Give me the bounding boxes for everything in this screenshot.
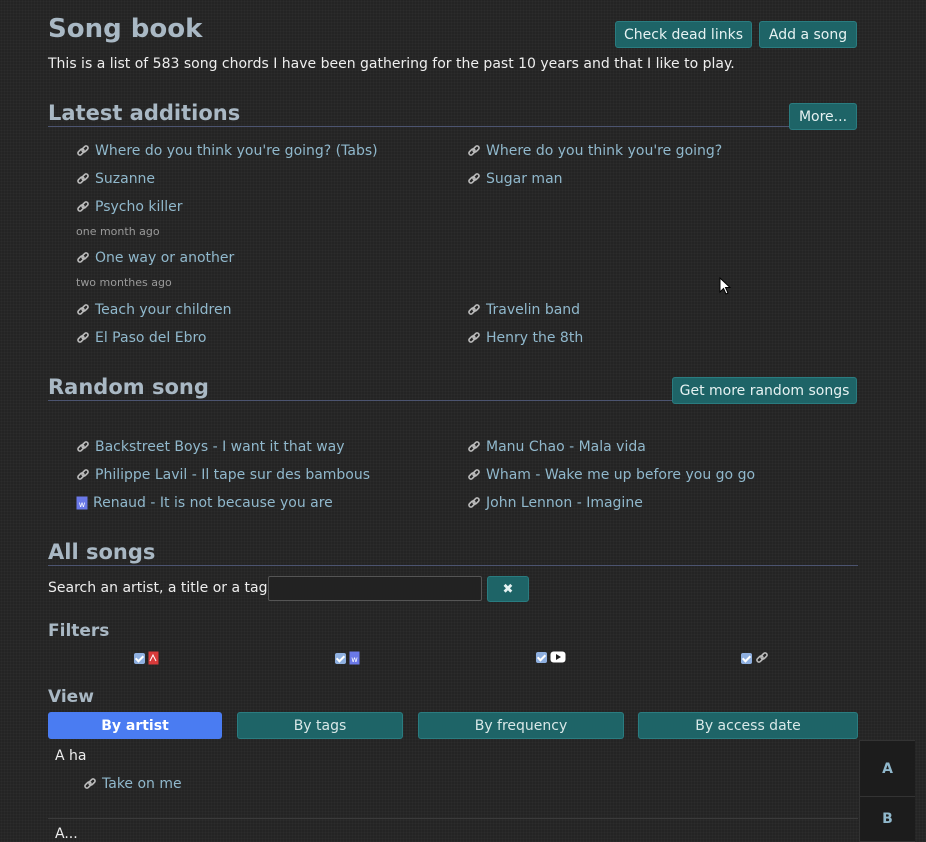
view-title: View	[48, 687, 94, 707]
list-item[interactable]: Psycho killer	[76, 199, 183, 215]
song-link[interactable]: Renaud - It is not because you are	[93, 495, 333, 511]
svg-text:w: w	[79, 500, 86, 509]
song-link[interactable]: El Paso del Ebro	[95, 330, 206, 346]
link-icon	[467, 496, 481, 510]
tab-by-artist[interactable]: By artist	[48, 712, 222, 739]
song-link[interactable]: John Lennon - Imagine	[486, 495, 643, 511]
song-link[interactable]: Manu Chao - Mala vida	[486, 439, 646, 455]
song-link[interactable]: One way or another	[95, 250, 234, 266]
list-item[interactable]: Wham - Wake me up before you go go	[467, 467, 755, 483]
filter-youtube[interactable]	[536, 651, 566, 663]
link-icon	[83, 777, 97, 791]
search-input[interactable]	[268, 576, 482, 601]
word-doc-icon: w	[349, 651, 360, 665]
checkbox[interactable]	[741, 652, 752, 664]
divider	[48, 126, 789, 127]
mouse-cursor-icon	[719, 277, 732, 295]
filter-word[interactable]: w	[335, 651, 360, 665]
song-link[interactable]: Philippe Lavil - Il tape sur des bambous	[95, 467, 370, 483]
link-icon	[76, 468, 90, 482]
page-title: Song book	[48, 14, 203, 44]
pdf-icon	[148, 651, 159, 665]
song-link[interactable]: Where do you think you're going?	[486, 143, 722, 159]
link-icon	[467, 440, 481, 454]
tab-by-frequency[interactable]: By frequency	[418, 712, 624, 739]
list-item[interactable]: Sugar man	[467, 171, 563, 187]
search-label: Search an artist, a title or a tag:	[48, 580, 273, 596]
list-item[interactable]: John Lennon - Imagine	[467, 495, 643, 511]
link-icon	[467, 331, 481, 345]
song-link[interactable]: Psycho killer	[95, 199, 183, 215]
filters-title: Filters	[48, 621, 110, 641]
get-more-random-songs-button[interactable]: Get more random songs	[672, 377, 857, 404]
song-link[interactable]: Sugar man	[486, 171, 563, 187]
song-link[interactable]: Suzanne	[95, 171, 155, 187]
link-icon	[76, 303, 90, 317]
song-link[interactable]: Henry the 8th	[486, 330, 583, 346]
song-link[interactable]: Wham - Wake me up before you go go	[486, 467, 755, 483]
list-item[interactable]: Suzanne	[76, 171, 155, 187]
link-icon	[76, 440, 90, 454]
list-item[interactable]: Travelin band	[467, 302, 580, 318]
divider	[48, 565, 858, 566]
link-icon	[76, 331, 90, 345]
clear-search-button[interactable]: ✖	[487, 576, 529, 602]
song-link[interactable]: Backstreet Boys - I want it that way	[95, 439, 345, 455]
random-song-title: Random song	[48, 375, 209, 399]
checkbox[interactable]	[536, 651, 547, 663]
artist-name: A ha	[55, 748, 87, 764]
artist-name: A...	[55, 826, 78, 842]
close-icon: ✖	[502, 581, 514, 597]
list-item[interactable]: El Paso del Ebro	[76, 330, 206, 346]
list-item[interactable]: Where do you think you're going?	[467, 143, 722, 159]
list-item[interactable]: Take on me	[83, 776, 182, 792]
list-item[interactable]: Henry the 8th	[467, 330, 583, 346]
list-item[interactable]: w Renaud - It is not because you are	[76, 495, 333, 511]
list-item[interactable]: Philippe Lavil - Il tape sur des bambous	[76, 467, 370, 483]
song-link[interactable]: Travelin band	[486, 302, 580, 318]
check-dead-links-button[interactable]: Check dead links	[615, 21, 752, 48]
letter-index: A B	[859, 740, 915, 842]
link-icon	[76, 144, 90, 158]
link-icon	[76, 200, 90, 214]
youtube-icon	[550, 651, 566, 663]
link-icon	[467, 468, 481, 482]
tab-by-tags[interactable]: By tags	[237, 712, 403, 739]
link-icon	[76, 172, 90, 186]
divider	[860, 796, 915, 797]
latest-additions-title: Latest additions	[48, 101, 241, 125]
list-item[interactable]: Teach your children	[76, 302, 232, 318]
link-icon	[755, 651, 769, 665]
song-link[interactable]: Where do you think you're going? (Tabs)	[95, 143, 378, 159]
word-doc-icon: w	[76, 496, 88, 510]
list-item[interactable]: Manu Chao - Mala vida	[467, 439, 646, 455]
svg-text:w: w	[351, 655, 358, 664]
divider	[48, 400, 672, 401]
tab-by-access-date[interactable]: By access date	[638, 712, 858, 739]
filter-link[interactable]	[741, 651, 769, 665]
song-link[interactable]: Teach your children	[95, 302, 232, 318]
more-button[interactable]: More...	[789, 103, 857, 130]
add-song-button[interactable]: Add a song	[759, 21, 857, 48]
all-songs-title: All songs	[48, 540, 156, 564]
list-item[interactable]: One way or another	[76, 250, 234, 266]
checkbox[interactable]	[134, 652, 145, 664]
link-icon	[76, 251, 90, 265]
date-label: two monthes ago	[76, 276, 172, 289]
letter-b[interactable]: B	[860, 811, 915, 827]
link-icon	[467, 144, 481, 158]
date-label: one month ago	[76, 225, 160, 238]
link-icon	[467, 303, 481, 317]
checkbox[interactable]	[335, 652, 346, 664]
divider	[48, 818, 858, 819]
song-link[interactable]: Take on me	[102, 776, 182, 792]
letter-a[interactable]: A	[860, 761, 915, 777]
list-item[interactable]: Where do you think you're going? (Tabs)	[76, 143, 378, 159]
intro-text: This is a list of 583 song chords I have…	[48, 56, 735, 72]
list-item[interactable]: Backstreet Boys - I want it that way	[76, 439, 345, 455]
filter-pdf[interactable]	[134, 651, 159, 665]
link-icon	[467, 172, 481, 186]
